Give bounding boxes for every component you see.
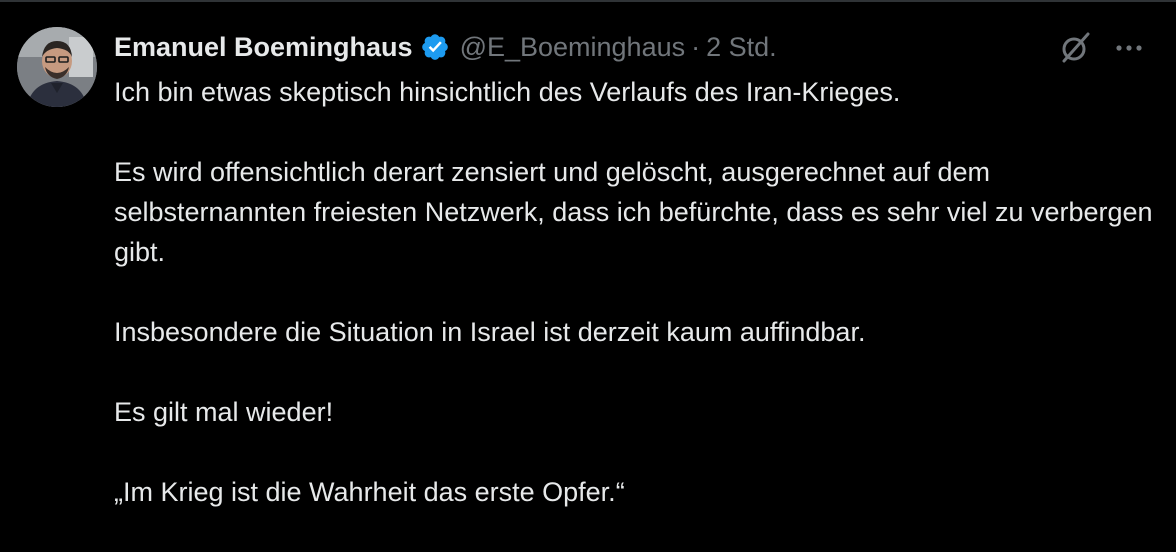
tweet-timestamp[interactable]: 2 Std. [706,32,777,63]
tweet-paragraph: „Im Krieg ist die Wahrheit das erste Opf… [114,477,625,507]
more-options-icon[interactable] [1112,34,1146,62]
author-handle[interactable]: @E_Boeminghaus [460,32,686,63]
grok-icon[interactable] [1058,30,1094,66]
author-display-name[interactable]: Emanuel Boeminghaus [114,32,413,63]
tweet-paragraph: Es wird offensichtlich derart zensiert u… [114,157,1153,267]
header-separator: · [691,31,701,62]
tweet[interactable]: Emanuel Boeminghaus @E_Boeminghaus · 2 S… [0,0,1176,507]
tweet-paragraph: Ich bin etwas skeptisch hinsichtlich des… [114,77,901,107]
tweet-paragraph: Insbesondere die Situation in Israel ist… [114,317,866,347]
avatar[interactable] [17,27,97,107]
tweet-header: Emanuel Boeminghaus @E_Boeminghaus · 2 S… [114,29,777,65]
avatar-image [17,27,97,107]
verified-badge-icon[interactable] [420,32,450,62]
tweet-paragraph: Es gilt mal wieder! [114,397,334,427]
tweet-text: Ich bin etwas skeptisch hinsichtlich des… [114,72,1154,552]
